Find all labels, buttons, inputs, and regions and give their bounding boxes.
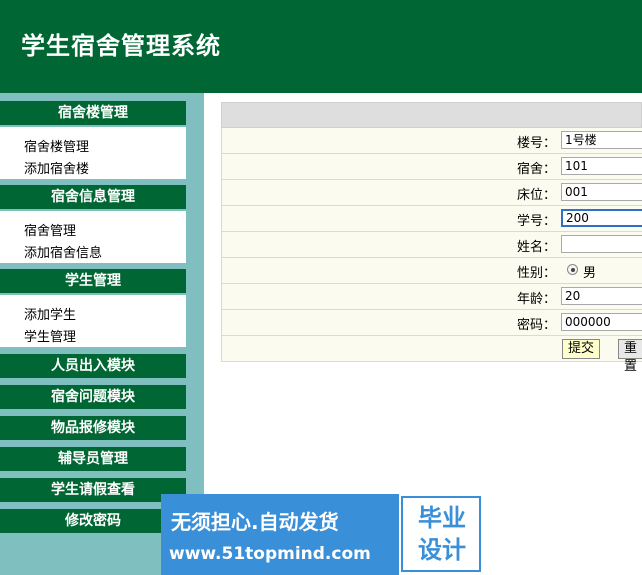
ad-badge-line2: 设计 xyxy=(418,536,466,564)
form-row-building: 楼号： 1号楼 xyxy=(221,128,642,154)
app-title: 学生宿舍管理系统 xyxy=(21,32,221,60)
sidebar-section-building: 宿舍楼管理 添加宿舍楼 xyxy=(0,127,186,179)
student-no-label: 学号： xyxy=(516,214,556,229)
ad-badge-text: 毕业 设计 xyxy=(409,502,475,566)
age-label: 年龄： xyxy=(516,292,556,307)
sidebar-item-repairs[interactable]: 物品报修模块 xyxy=(0,416,186,440)
sidebar-item-add-building[interactable]: 添加宿舍楼 xyxy=(24,158,89,177)
form-row-student-no: 学号： 200 xyxy=(221,206,642,232)
ad-badge-line1: 毕业 xyxy=(418,504,466,532)
sidebar-item-leave-requests[interactable]: 学生请假查看 xyxy=(0,478,186,502)
sidebar-item-student-management[interactable]: 学生管理 xyxy=(24,326,76,345)
sidebar-section-dorm-info: 宿舍管理 添加宿舍信息 xyxy=(0,211,186,263)
password-input[interactable]: 000000 xyxy=(561,313,642,331)
sidebar-header-building-management[interactable]: 宿舍楼管理 xyxy=(0,101,186,125)
password-label: 密码： xyxy=(516,318,556,333)
gender-label: 性别： xyxy=(516,266,556,281)
sidebar-header-dorm-info[interactable]: 宿舍信息管理 xyxy=(0,185,186,209)
sidebar-item-dorm-management[interactable]: 宿舍管理 xyxy=(24,220,76,239)
student-no-input[interactable]: 200 xyxy=(561,209,642,227)
building-label: 楼号： xyxy=(516,136,556,151)
reset-button[interactable]: 重置 xyxy=(618,339,642,374)
sidebar-item-add-student[interactable]: 添加学生 xyxy=(24,304,76,323)
sidebar-item-access-records[interactable]: 人员出入模块 xyxy=(0,354,186,378)
add-student-form: 楼号： 1号楼 宿舍： 101 床位： 001 学号： 200 姓名： 性别： … xyxy=(221,102,642,374)
bed-label: 床位： xyxy=(516,188,556,203)
sidebar-item-add-dorm-info[interactable]: 添加宿舍信息 xyxy=(24,242,102,261)
form-row-dorm: 宿舍： 101 xyxy=(221,154,642,180)
gender-male-label: 男 xyxy=(583,266,597,281)
ad-url: www.51topmind.com xyxy=(169,544,371,564)
form-header-bar xyxy=(221,102,642,128)
form-row-password: 密码： 000000 xyxy=(221,310,642,336)
name-label: 姓名： xyxy=(516,240,556,255)
form-row-actions: 提交 重置 xyxy=(221,336,642,374)
bed-input[interactable]: 001 xyxy=(561,183,642,201)
sidebar-section-student: 添加学生 学生管理 xyxy=(0,295,186,347)
form-row-gender: 性别： 男 xyxy=(221,258,642,284)
dorm-label: 宿舍： xyxy=(516,162,556,177)
app-header: 学生宿舍管理系统 xyxy=(0,0,642,93)
age-input[interactable]: 20 xyxy=(561,287,642,305)
ad-slogan: 无须担心.自动发货 xyxy=(171,510,339,534)
sidebar-item-change-password[interactable]: 修改密码 xyxy=(0,509,186,533)
building-select[interactable]: 1号楼 xyxy=(561,131,642,149)
form-row-bed: 床位： 001 xyxy=(221,180,642,206)
name-input[interactable] xyxy=(561,235,642,253)
submit-button[interactable]: 提交 xyxy=(562,339,601,359)
sidebar-item-building-management[interactable]: 宿舍楼管理 xyxy=(24,136,89,155)
form-row-age: 年龄： 20 xyxy=(221,284,642,310)
form-row-name: 姓名： xyxy=(221,232,642,258)
sidebar-item-counselors[interactable]: 辅导员管理 xyxy=(0,447,186,471)
sidebar-item-dorm-issues[interactable]: 宿舍问题模块 xyxy=(0,385,186,409)
ad-banner-left: 无须担心.自动发货 www.51topmind.com xyxy=(161,494,399,575)
gender-male-radio[interactable] xyxy=(567,264,578,275)
watermark-ad-banner[interactable]: 无须担心.自动发货 www.51topmind.com 毕业 设计 xyxy=(161,494,481,575)
ad-badge: 毕业 设计 xyxy=(401,496,481,572)
sidebar-header-student-management[interactable]: 学生管理 xyxy=(0,269,186,293)
dorm-input[interactable]: 101 xyxy=(561,157,642,175)
